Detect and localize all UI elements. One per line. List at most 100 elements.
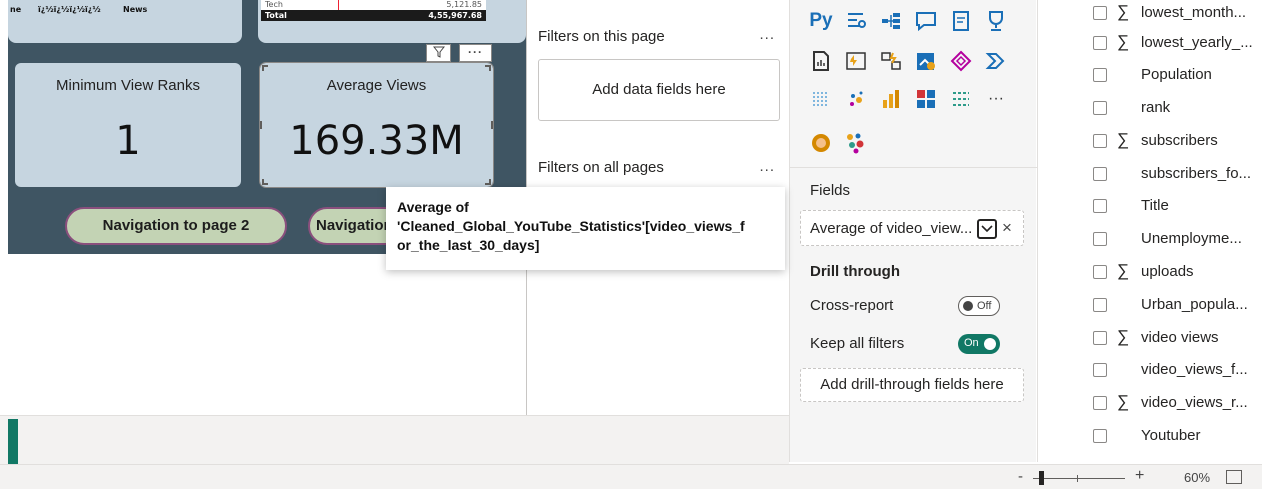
data-field-row[interactable]: ∑ lowest_month... bbox=[1038, 0, 1262, 30]
zoom-in-button[interactable]: + bbox=[1135, 467, 1144, 485]
category-card[interactable]: ne ï¿½ï¿½ï¿½ï¿½ News bbox=[8, 0, 242, 43]
tooltip-line: 'Cleaned_Global_YouTube_Statistics'[vide… bbox=[397, 218, 745, 234]
dots-visual-icon[interactable] bbox=[843, 130, 869, 156]
cross-report-toggle[interactable]: Off bbox=[958, 296, 1000, 316]
category-label: News bbox=[123, 5, 148, 14]
drill-through-dropzone[interactable]: Add drill-through fields here bbox=[800, 368, 1024, 402]
visual-filter-button[interactable] bbox=[426, 44, 451, 62]
table-divider bbox=[338, 0, 339, 10]
toggle-knob bbox=[963, 301, 973, 311]
chevron-down-icon[interactable] bbox=[977, 219, 997, 239]
field-checkbox[interactable] bbox=[1093, 199, 1107, 213]
diamond-visual-icon[interactable] bbox=[948, 48, 974, 74]
divider bbox=[790, 167, 1037, 168]
field-chip-label: Average of video_view... bbox=[810, 220, 973, 237]
category-table-card[interactable]: Tech 5,121.85 Total 4,55,967.68 bbox=[258, 0, 526, 43]
data-field-row[interactable]: video_views_f... bbox=[1038, 355, 1262, 387]
field-checkbox[interactable] bbox=[1093, 232, 1107, 246]
nav-button-page-2[interactable]: Navigation to page 2 bbox=[65, 207, 287, 245]
data-field-row[interactable]: Population bbox=[1038, 60, 1262, 92]
filters-more-button[interactable]: ... bbox=[759, 26, 775, 43]
data-field-row[interactable]: Unemployme... bbox=[1038, 224, 1262, 256]
field-checkbox[interactable] bbox=[1093, 134, 1107, 148]
kpi-card-min-view-ranks[interactable]: Minimum View Ranks 1 bbox=[15, 63, 241, 187]
resize-handle[interactable] bbox=[485, 65, 491, 71]
grid-visual-icon[interactable] bbox=[913, 86, 939, 112]
field-label: Population bbox=[1141, 66, 1212, 83]
category-table: Tech 5,121.85 Total 4,55,967.68 bbox=[261, 0, 486, 21]
bar-chart-icon[interactable] bbox=[878, 86, 904, 112]
field-label: video views bbox=[1141, 329, 1219, 346]
field-checkbox[interactable] bbox=[1093, 167, 1107, 181]
kpi-value: 1 bbox=[115, 118, 141, 164]
data-field-row[interactable]: Urban_popula... bbox=[1038, 290, 1262, 322]
map-pin-icon[interactable] bbox=[843, 86, 869, 112]
resize-handle[interactable] bbox=[485, 179, 491, 185]
sigma-icon: ∑ bbox=[1117, 327, 1130, 346]
data-field-row[interactable]: Title bbox=[1038, 191, 1262, 223]
resize-handle[interactable] bbox=[262, 65, 268, 71]
power-automate-icon[interactable] bbox=[878, 48, 904, 74]
key-influencers-icon[interactable] bbox=[843, 8, 869, 34]
chevron-visual-icon[interactable] bbox=[983, 48, 1009, 74]
azure-map-icon[interactable] bbox=[913, 48, 939, 74]
field-checkbox[interactable] bbox=[1093, 6, 1107, 20]
keep-filters-toggle[interactable]: On bbox=[958, 334, 1000, 354]
active-page-tab-marker[interactable] bbox=[8, 419, 18, 464]
zoom-slider-thumb[interactable] bbox=[1039, 471, 1044, 485]
table-row: Tech 5,121.85 bbox=[261, 0, 486, 10]
data-pane: ∑ lowest_month... ∑ lowest_yearly_... Popula… bbox=[1037, 0, 1262, 462]
resize-handle[interactable] bbox=[262, 179, 268, 185]
field-checkbox[interactable] bbox=[1093, 36, 1107, 50]
fit-to-page-icon[interactable] bbox=[1226, 470, 1242, 484]
field-checkbox[interactable] bbox=[1093, 298, 1107, 312]
close-icon[interactable]: × bbox=[1002, 218, 1012, 238]
qa-icon[interactable] bbox=[913, 8, 939, 34]
add-data-fields-dropzone[interactable]: Add data fields here bbox=[538, 59, 780, 121]
python-visual-icon[interactable]: Py bbox=[808, 8, 834, 34]
field-checkbox[interactable] bbox=[1093, 363, 1107, 377]
category-label: ï¿½ï¿½ï¿½ï¿½ bbox=[38, 5, 101, 14]
resize-handle[interactable] bbox=[260, 121, 264, 129]
data-field-row[interactable]: ∑ uploads bbox=[1038, 257, 1262, 289]
zoom-slider-track[interactable] bbox=[1033, 478, 1125, 479]
data-field-row[interactable]: ∑ video_views_r... bbox=[1038, 388, 1262, 420]
field-well-chip[interactable]: Average of video_view... × bbox=[800, 210, 1024, 246]
data-field-row[interactable]: ∑ video views bbox=[1038, 323, 1262, 355]
paginated-report-icon[interactable] bbox=[808, 48, 834, 74]
data-field-row[interactable]: ∑ subscribers bbox=[1038, 126, 1262, 158]
field-checkbox[interactable] bbox=[1093, 265, 1107, 279]
resize-handle[interactable] bbox=[489, 121, 493, 129]
zoom-out-button[interactable]: - bbox=[1018, 468, 1023, 485]
power-apps-icon[interactable] bbox=[843, 48, 869, 74]
data-field-row[interactable]: ∑ lowest_yearly_... bbox=[1038, 28, 1262, 60]
field-checkbox[interactable] bbox=[1093, 429, 1107, 443]
kpi-value: 169.33M bbox=[289, 118, 464, 164]
field-label: lowest_month... bbox=[1141, 4, 1247, 21]
field-checkbox[interactable] bbox=[1093, 396, 1107, 410]
field-checkbox[interactable] bbox=[1093, 68, 1107, 82]
field-label: video_views_f... bbox=[1141, 361, 1248, 378]
custom-visual-icon[interactable] bbox=[808, 130, 834, 156]
visual-more-options-button[interactable]: ··· bbox=[459, 44, 492, 62]
filters-all-pages-heading: Filters on all pages bbox=[538, 159, 664, 176]
filters-this-page-heading: Filters on this page bbox=[538, 28, 665, 45]
metrics-trophy-icon[interactable] bbox=[983, 8, 1009, 34]
field-checkbox[interactable] bbox=[1093, 331, 1107, 345]
table-visual-icon[interactable] bbox=[948, 86, 974, 112]
decomposition-tree-icon[interactable] bbox=[878, 8, 904, 34]
smart-narrative-icon[interactable] bbox=[948, 8, 974, 34]
zoom-percentage[interactable]: 60% bbox=[1184, 470, 1210, 485]
scatter-dots-icon[interactable] bbox=[808, 86, 834, 112]
kpi-card-average-views[interactable]: Average Views 169.33M bbox=[259, 62, 494, 188]
page-tabs-bar bbox=[0, 415, 789, 464]
data-field-row[interactable]: subscribers_fo... bbox=[1038, 159, 1262, 191]
field-label: Youtuber bbox=[1141, 427, 1201, 444]
data-field-row[interactable]: Youtuber bbox=[1038, 421, 1262, 453]
more-visuals-icon[interactable]: ··· bbox=[983, 86, 1009, 112]
table-cell: Tech bbox=[265, 0, 283, 9]
data-field-row[interactable]: rank bbox=[1038, 93, 1262, 125]
field-checkbox[interactable] bbox=[1093, 101, 1107, 115]
fields-heading: Fields bbox=[810, 182, 851, 199]
filters-all-more-button[interactable]: ... bbox=[759, 158, 775, 175]
